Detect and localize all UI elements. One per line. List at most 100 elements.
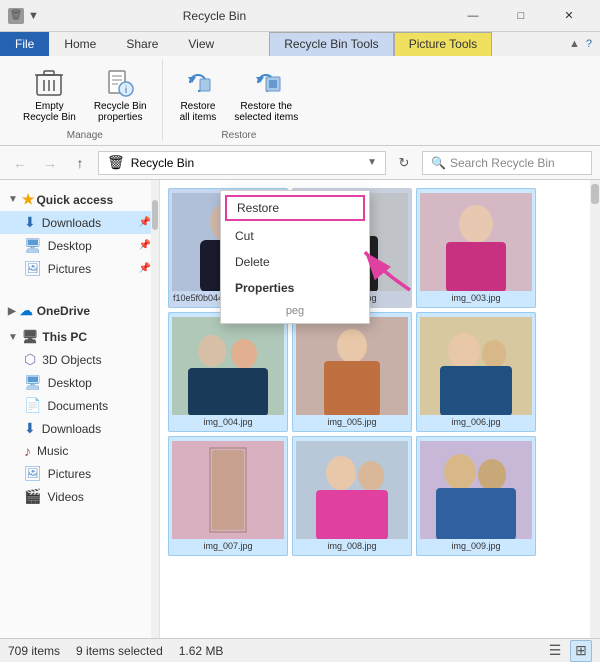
sidebar-item-desktop-pc[interactable]: 🖥 Desktop [0, 371, 159, 394]
tab-home[interactable]: Home [49, 32, 111, 56]
path-text: Recycle Bin [131, 156, 194, 170]
pictures-quick-label: Pictures [48, 262, 91, 276]
up-button[interactable]: ↑ [68, 151, 92, 175]
svg-text:i: i [125, 85, 127, 96]
context-menu-properties[interactable]: Properties [221, 275, 369, 301]
close-button[interactable]: ✕ [546, 0, 592, 32]
restore-buttons: Restoreall items Restore theselected ite… [173, 62, 306, 128]
sidebar-item-3d-objects[interactable]: ⬡ 3D Objects [0, 348, 159, 371]
restore-group-label: Restore [221, 130, 256, 141]
file-thumbnail [296, 317, 408, 415]
sidebar-item-pictures-quick[interactable]: 🖼 Pictures 📌 [0, 257, 159, 280]
ribbon: EmptyRecycle Bin i Recycle Binproperties… [0, 56, 600, 146]
pin-icon-3: 📌 [139, 263, 151, 274]
sidebar-item-videos[interactable]: 🎬 Videos [0, 485, 159, 508]
recycle-bin-properties-button[interactable]: i Recycle Binproperties [87, 62, 154, 128]
downloads-quick-label: Downloads [42, 216, 101, 230]
restore-selected-button[interactable]: Restore theselected items [227, 62, 305, 128]
forward-button[interactable]: → [38, 151, 62, 175]
tab-share[interactable]: Share [111, 32, 173, 56]
search-box[interactable]: 🔍 Search Recycle Bin [422, 151, 592, 175]
sidebar-item-desktop-quick[interactable]: 🖥 Desktop 📌 [0, 234, 159, 257]
large-icons-view-button[interactable]: ⊞ [570, 640, 592, 662]
tab-view[interactable]: View [173, 32, 229, 56]
table-row[interactable]: img_008.jpg [292, 436, 412, 556]
title-bar: 🗑 ▼ Recycle Bin — □ ✕ [0, 0, 600, 32]
manage-buttons: EmptyRecycle Bin i Recycle Binproperties [16, 62, 154, 128]
maximize-button[interactable]: □ [498, 0, 544, 32]
chevron-down-icon: ▼ [8, 194, 18, 205]
ribbon-tabs: File Home Share View Recycle Bin Tools P… [0, 32, 600, 56]
file-thumbnail [420, 317, 532, 415]
file-thumbnail [172, 317, 284, 415]
window-title: Recycle Bin [0, 9, 450, 23]
3d-objects-icon: ⬡ [24, 351, 36, 368]
details-view-button[interactable]: ☰ [544, 640, 566, 662]
window-controls: — □ ✕ [450, 0, 592, 32]
file-grid: f10e5f0b044f691b7ca081f 8.jpg img_002.jp… [160, 180, 600, 638]
pictures-pc-label: Pictures [48, 467, 91, 481]
music-label: Music [37, 444, 68, 458]
chevron-down-icon-2: ▼ [8, 332, 18, 343]
table-row[interactable]: img_005.jpg [292, 312, 412, 432]
file-name: img_004.jpg [173, 417, 283, 427]
minimize-button[interactable]: — [450, 0, 496, 32]
file-thumbnail [296, 441, 408, 539]
restore-all-icon [182, 67, 214, 99]
empty-icon [33, 67, 65, 99]
file-name: img_008.jpg [297, 541, 407, 551]
table-row[interactable]: img_007.jpg [168, 436, 288, 556]
table-row[interactable]: img_004.jpg [168, 312, 288, 432]
tab-picture-tools[interactable]: Picture Tools [394, 32, 492, 56]
empty-recycle-bin-button[interactable]: EmptyRecycle Bin [16, 62, 83, 128]
restore-all-items-button[interactable]: Restoreall items [173, 62, 224, 128]
desktop-quick-icon: 🖥 [24, 237, 42, 254]
file-name: img_003.jpg [421, 293, 531, 303]
sidebar-onedrive: ▶ ☁ OneDrive [0, 300, 159, 322]
table-row[interactable]: img_003.jpg [416, 188, 536, 308]
sidebar-quick-access: ▼ ★ Quick access ⬇ Downloads 📌 🖥 Desktop… [0, 188, 159, 280]
sidebar-item-pictures-pc[interactable]: 🖼 Pictures [0, 462, 159, 485]
selected-size: 1.62 MB [179, 644, 224, 658]
tab-file[interactable]: File [0, 32, 49, 56]
tab-recyclebin-tools[interactable]: Recycle Bin Tools [269, 32, 394, 56]
view-controls: ☰ ⊞ [544, 640, 592, 662]
videos-label: Videos [47, 490, 83, 504]
context-menu-restore[interactable]: Restore [225, 195, 365, 221]
path-dropdown[interactable]: ▼ [367, 157, 377, 168]
this-pc-icon: 🖥 [22, 329, 39, 345]
search-placeholder: Search Recycle Bin [450, 156, 555, 170]
sidebar-item-downloads-quick[interactable]: ⬇ Downloads 📌 [0, 211, 159, 234]
search-icon: 🔍 [431, 156, 446, 170]
pictures-pc-icon: 🖼 [24, 465, 42, 482]
sidebar-item-downloads-pc[interactable]: ⬇ Downloads [0, 417, 159, 440]
recyclebin-tools-label: Recycle Bin Tools [284, 37, 379, 51]
address-path[interactable]: 🗑 Recycle Bin ▼ [98, 151, 386, 175]
desktop-pc-icon: 🖥 [24, 374, 42, 391]
file-thumbnail [420, 193, 532, 291]
picture-tools-label: Picture Tools [409, 37, 477, 51]
context-menu-delete[interactable]: Delete [221, 249, 369, 275]
file-thumbnail [420, 441, 532, 539]
desktop-quick-label: Desktop [48, 239, 92, 253]
sidebar: ▼ ★ Quick access ⬇ Downloads 📌 🖥 Desktop… [0, 180, 160, 638]
this-pc-header[interactable]: ▼ 🖥 This PC [0, 326, 159, 348]
scrollbar[interactable] [590, 180, 600, 638]
back-button[interactable]: ← [8, 151, 32, 175]
items-count: 709 items [8, 644, 60, 658]
manage-group-label: Manage [67, 130, 103, 141]
downloads-pc-label: Downloads [42, 422, 101, 436]
documents-label: Documents [47, 399, 108, 413]
table-row[interactable]: img_009.jpg [416, 436, 536, 556]
refresh-button[interactable]: ↻ [392, 151, 416, 175]
context-menu-cut[interactable]: Cut [221, 223, 369, 249]
status-bar: 709 items 9 items selected 1.62 MB ☰ ⊞ [0, 638, 600, 662]
onedrive-header[interactable]: ▶ ☁ OneDrive [0, 300, 159, 322]
table-row[interactable]: img_006.jpg [416, 312, 536, 432]
videos-icon: 🎬 [24, 488, 41, 505]
sidebar-item-music[interactable]: ♪ Music [0, 440, 159, 462]
properties-icon: i [104, 67, 136, 99]
documents-icon: 📄 [24, 397, 41, 414]
sidebar-item-documents[interactable]: 📄 Documents [0, 394, 159, 417]
quick-access-header[interactable]: ▼ ★ Quick access [0, 188, 159, 211]
